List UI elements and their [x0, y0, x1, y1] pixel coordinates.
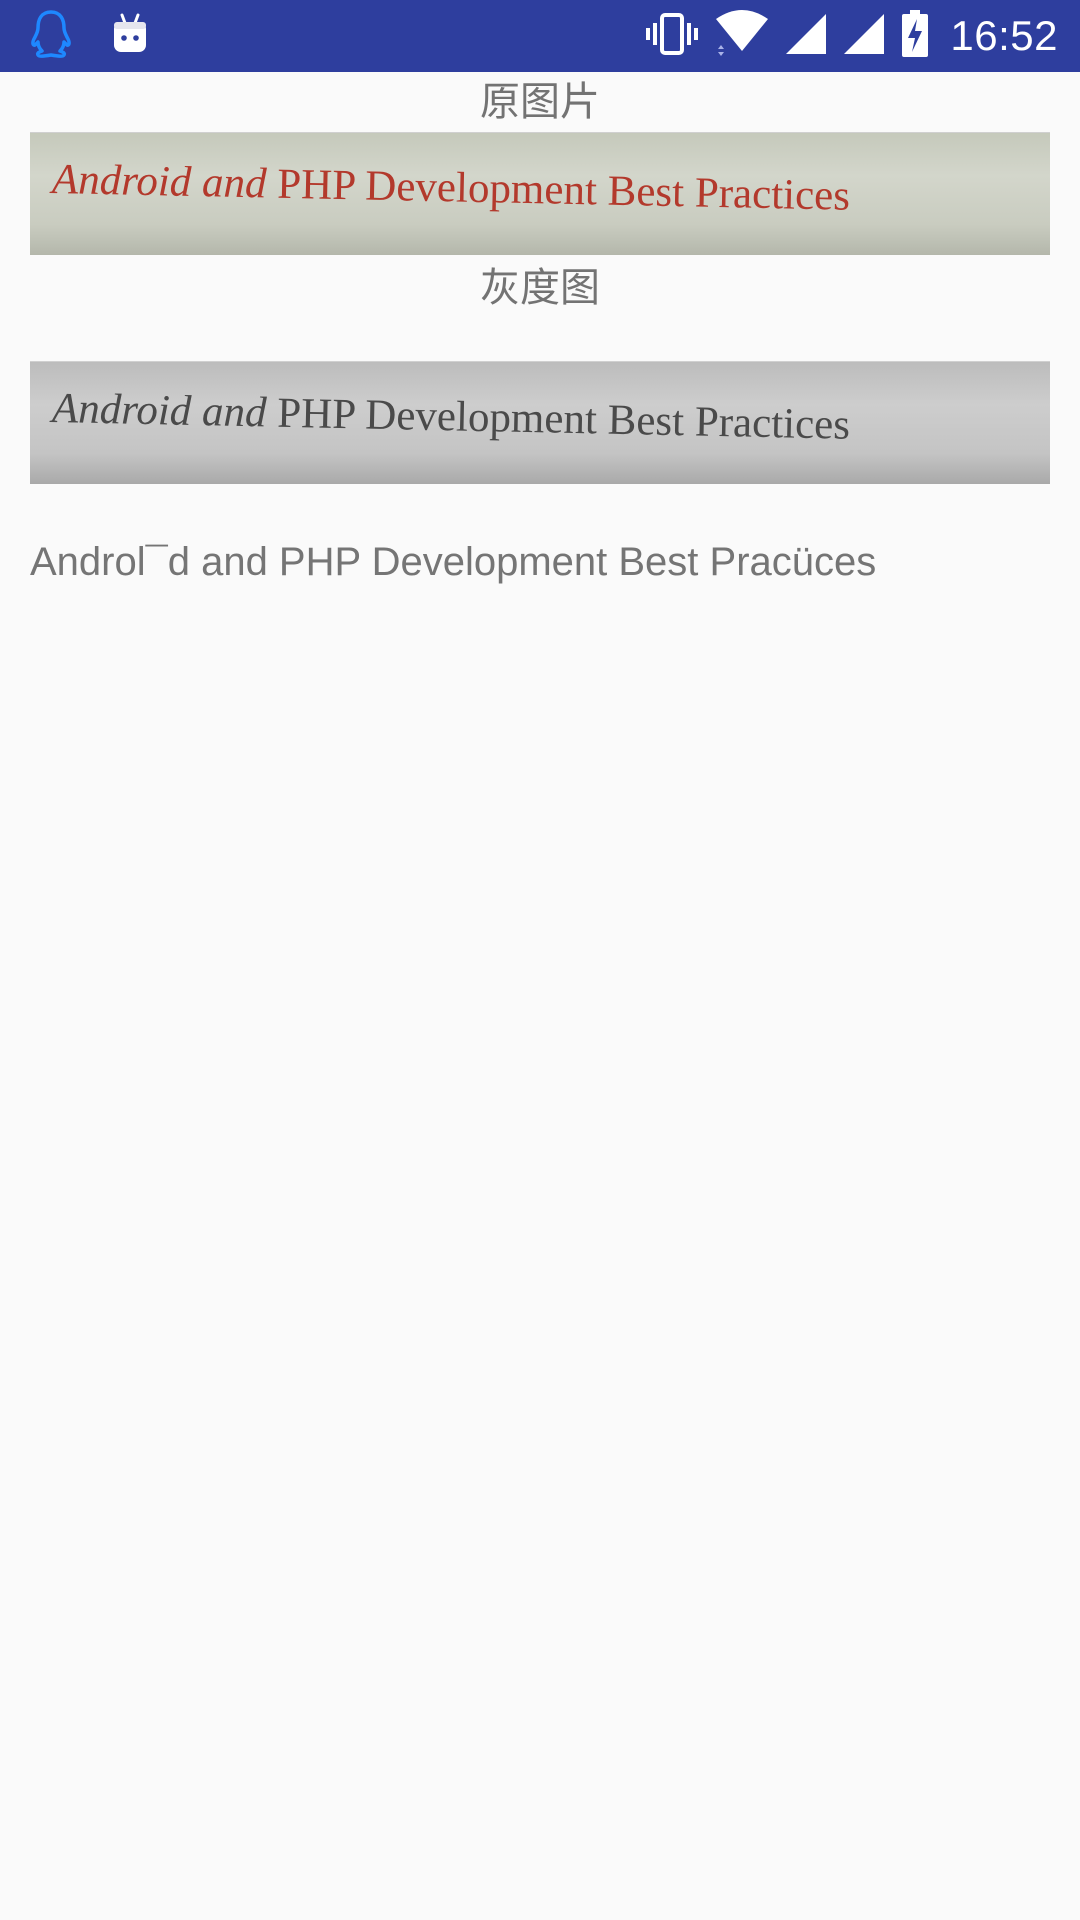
vibrate-icon [644, 12, 700, 60]
qq-icon [30, 9, 72, 63]
notification-icons [30, 10, 148, 62]
ocr-result-text: Androl¯d and PHP Development Best Pracüc… [30, 540, 877, 584]
battery-charging-icon [900, 9, 930, 63]
original-image-caption: 原图片 [480, 79, 600, 125]
status-bar: 16:52 [0, 0, 1080, 72]
cell-signal-icon [784, 12, 828, 60]
grayscale-image: Android and PHP Development Best Practic… [30, 361, 1050, 484]
main-content: 原图片 Android and PHP Development Best Pra… [0, 72, 1080, 1920]
grayscale-image-text: Android and PHP Development Best Practic… [51, 385, 851, 449]
original-image-text: Android and PHP Development Best Practic… [51, 156, 851, 220]
android-robot-icon [112, 12, 148, 60]
original-image: Android and PHP Development Best Practic… [30, 132, 1050, 255]
wifi-icon [714, 9, 770, 63]
cell-signal-icon [842, 12, 886, 60]
status-clock: 16:52 [950, 12, 1058, 59]
grayscale-image-caption: 灰度图 [480, 265, 600, 311]
system-icons: 16:52 [644, 6, 1058, 66]
